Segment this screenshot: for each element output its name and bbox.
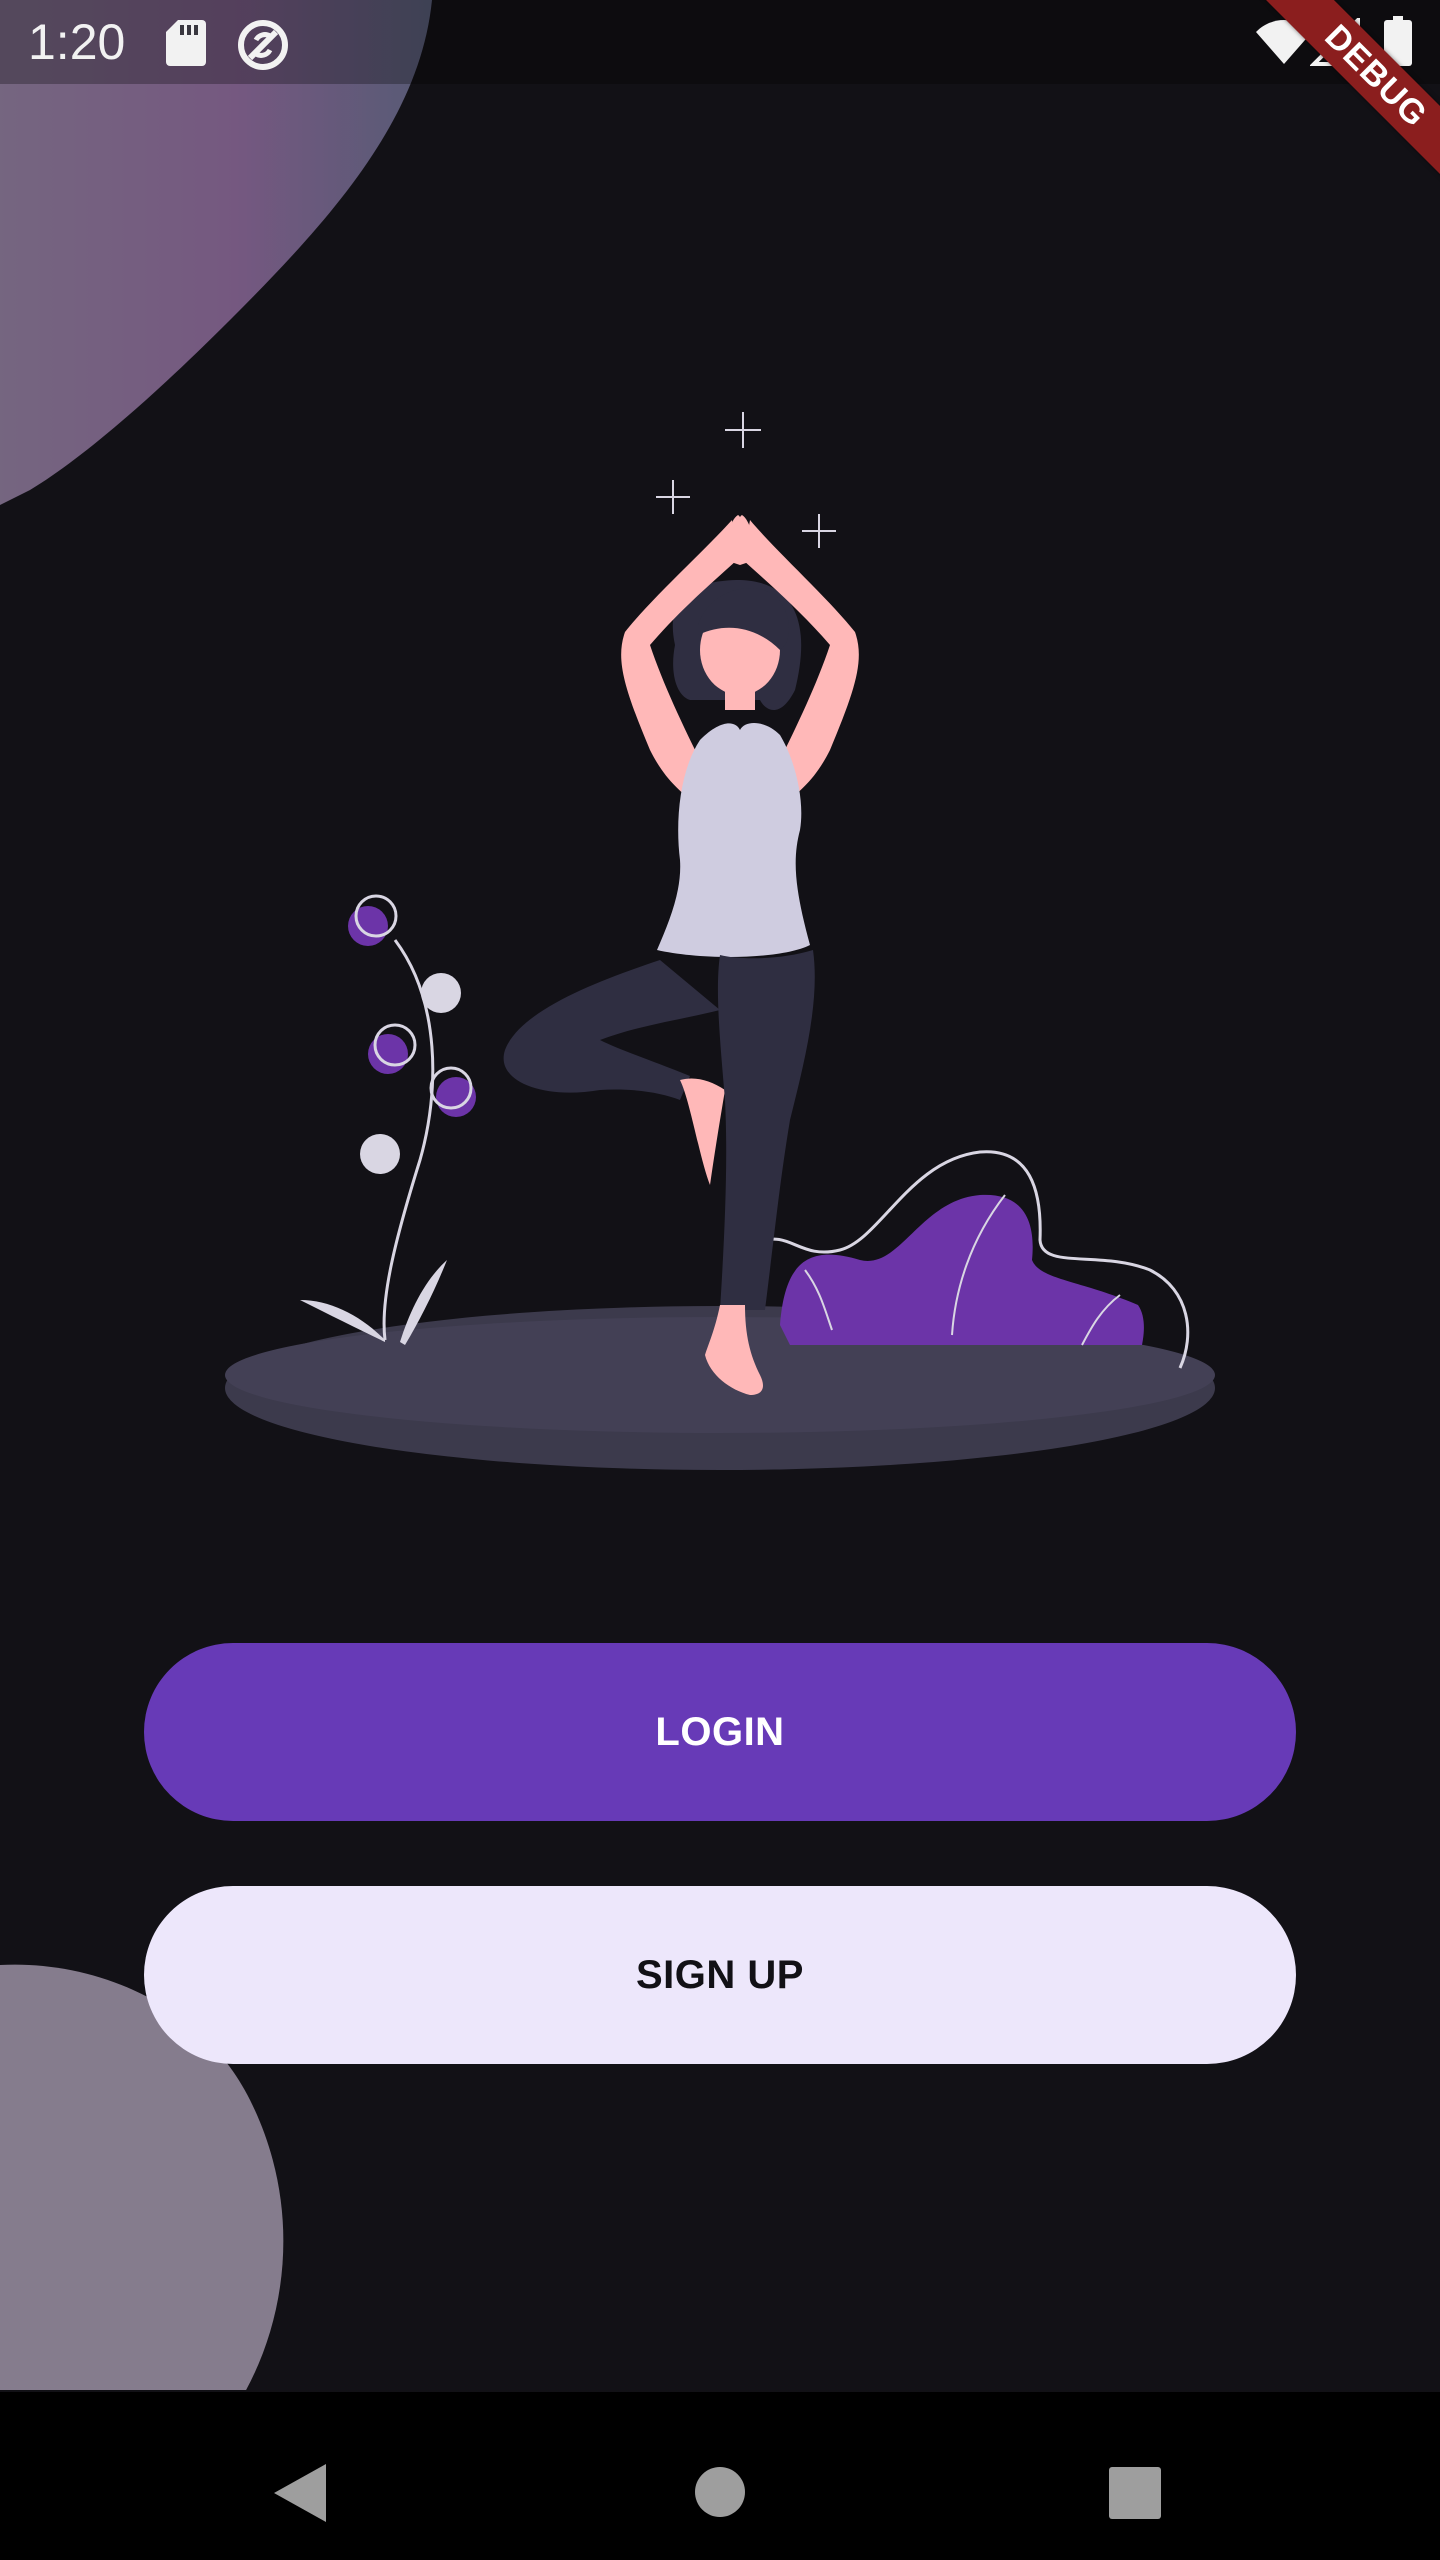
yoga-illustration xyxy=(225,412,1215,1470)
recents-icon[interactable] xyxy=(1108,2466,1162,2520)
wifi-icon xyxy=(1256,20,1312,64)
back-icon[interactable] xyxy=(270,2462,330,2524)
status-time: 1:20 xyxy=(28,14,126,70)
login-button[interactable]: LOGIN xyxy=(144,1643,1296,1821)
status-bar: 1:20 xyxy=(0,0,1440,84)
plant-left xyxy=(300,894,476,1345)
sync-icon xyxy=(238,20,288,70)
signup-button[interactable]: SIGN UP xyxy=(144,1886,1296,2064)
signal-icon xyxy=(1310,18,1360,66)
battery-icon xyxy=(1384,16,1412,66)
bush-right xyxy=(759,1150,1190,1369)
navigation-bar xyxy=(0,2392,1440,2560)
sd-card-icon xyxy=(166,20,206,66)
home-icon[interactable] xyxy=(694,2466,746,2518)
